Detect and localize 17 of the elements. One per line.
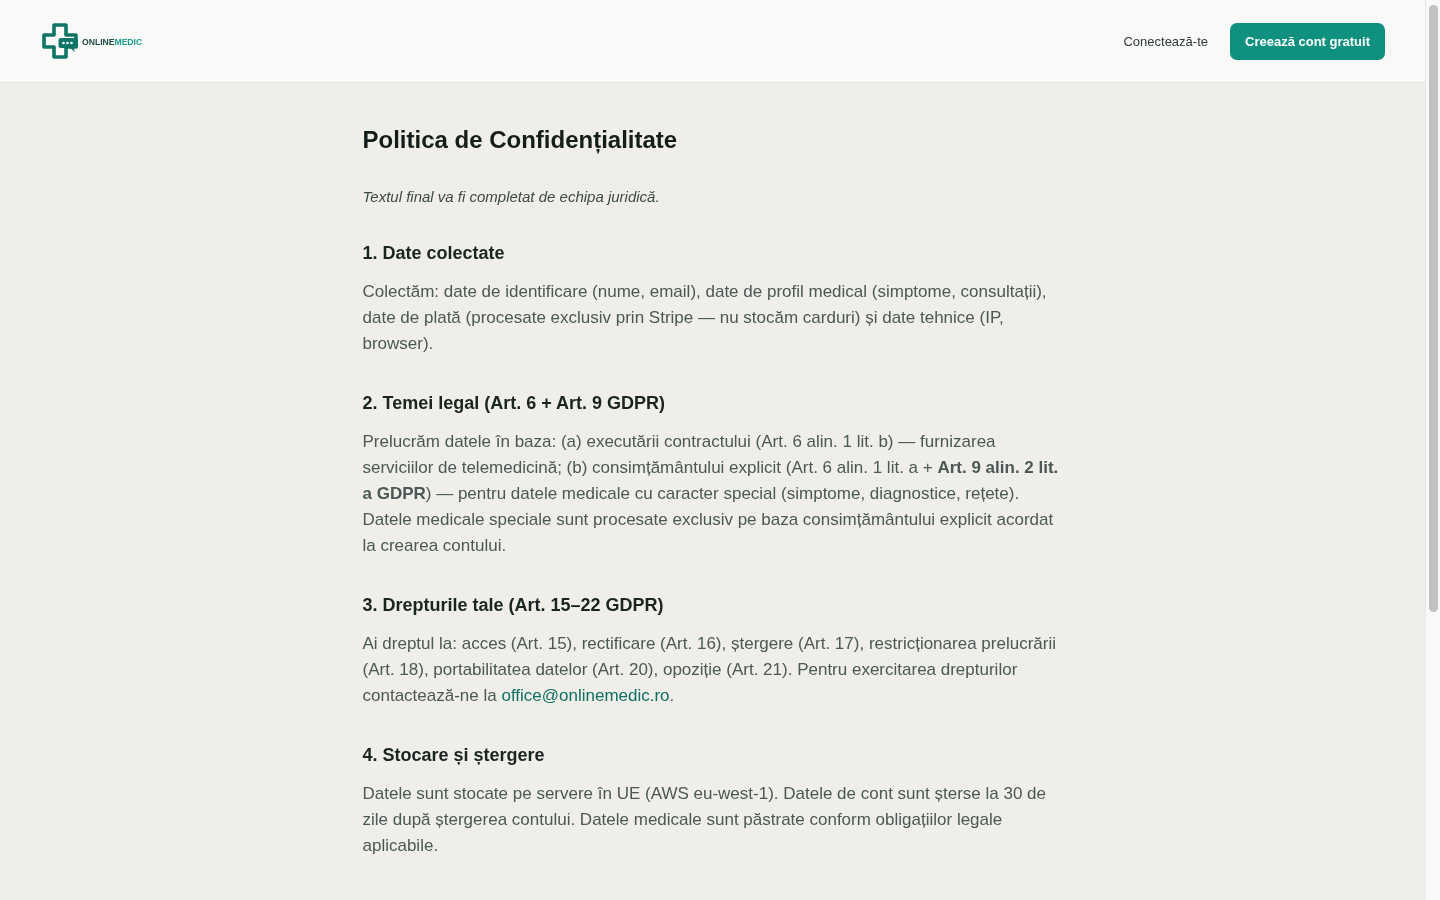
login-link[interactable]: Conectează-te — [1123, 33, 1208, 49]
logo-wordmark: ONLINEMEDIC — [82, 36, 143, 47]
signup-button[interactable]: Creează cont gratuit — [1230, 22, 1385, 60]
note-text: Textul final va fi completat de echipa juridică. — [362, 187, 661, 207]
section-paragraph: Ai dreptul la: acces (Art. 15), rectificare (Art. 16), ștergere (Art. 17), restricționarea prelucrării (Art. 18), portabilitatea datelor (Art. 20), opoziție (Art. 21). Pentru exercitarea drepturilor contactează-ne la office@onlinemedic.ro. — [362, 633, 1057, 707]
section-heading: 2. Temei legal (Art. 6 + Art. 9 GDPR) — [362, 392, 667, 415]
scrollbar-track[interactable] — [1425, 0, 1440, 900]
page-title: Politica de Confidențialitate — [362, 125, 679, 156]
section-heading: 1. Date colectate — [362, 242, 506, 265]
email-link[interactable]: office@onlinemedic.ro — [501, 686, 670, 705]
scrollbar-thumb[interactable] — [1429, 5, 1438, 612]
section-heading: 4. Stocare și ștergere — [362, 744, 546, 767]
section-paragraph: Prelucrăm datele în baza: (a) executării contractului (Art. 6 alin. 1 lit. b) — furnizarea serviciilor de telemedicină; (b) consimțământului explicit (Art. 6 alin. 1 lit. a + Art. 9 alin. 2 lit. a GDPR) — pentru datele medicale cu caracter special (simptome, diagnostice, rețete). Datele medicale speciale sunt procesate exclusiv pe baza consimțământului explicit acordat la crearea contului. — [362, 431, 1060, 557]
section-paragraph: Colectăm: date de identificare (nume, email), date de profil medical (simptome, consultații), date de plată (procesate exclusiv prin Stripe — nu stocăm carduri) și date tehnice (IP, browser). — [362, 281, 1048, 355]
cross-speech-bubble-icon[interactable] — [42, 23, 79, 60]
section-paragraph: Datele sunt stocate pe servere în UE (AWS eu-west-1). Datele de cont sunt șterse la 30 de zile după ștergerea contului. Datele medicale sunt păstrate conform obligațiilor legale aplicabile. — [362, 783, 1047, 857]
section-heading: 3. Drepturile tale (Art. 15–22 GDPR) — [362, 594, 665, 617]
